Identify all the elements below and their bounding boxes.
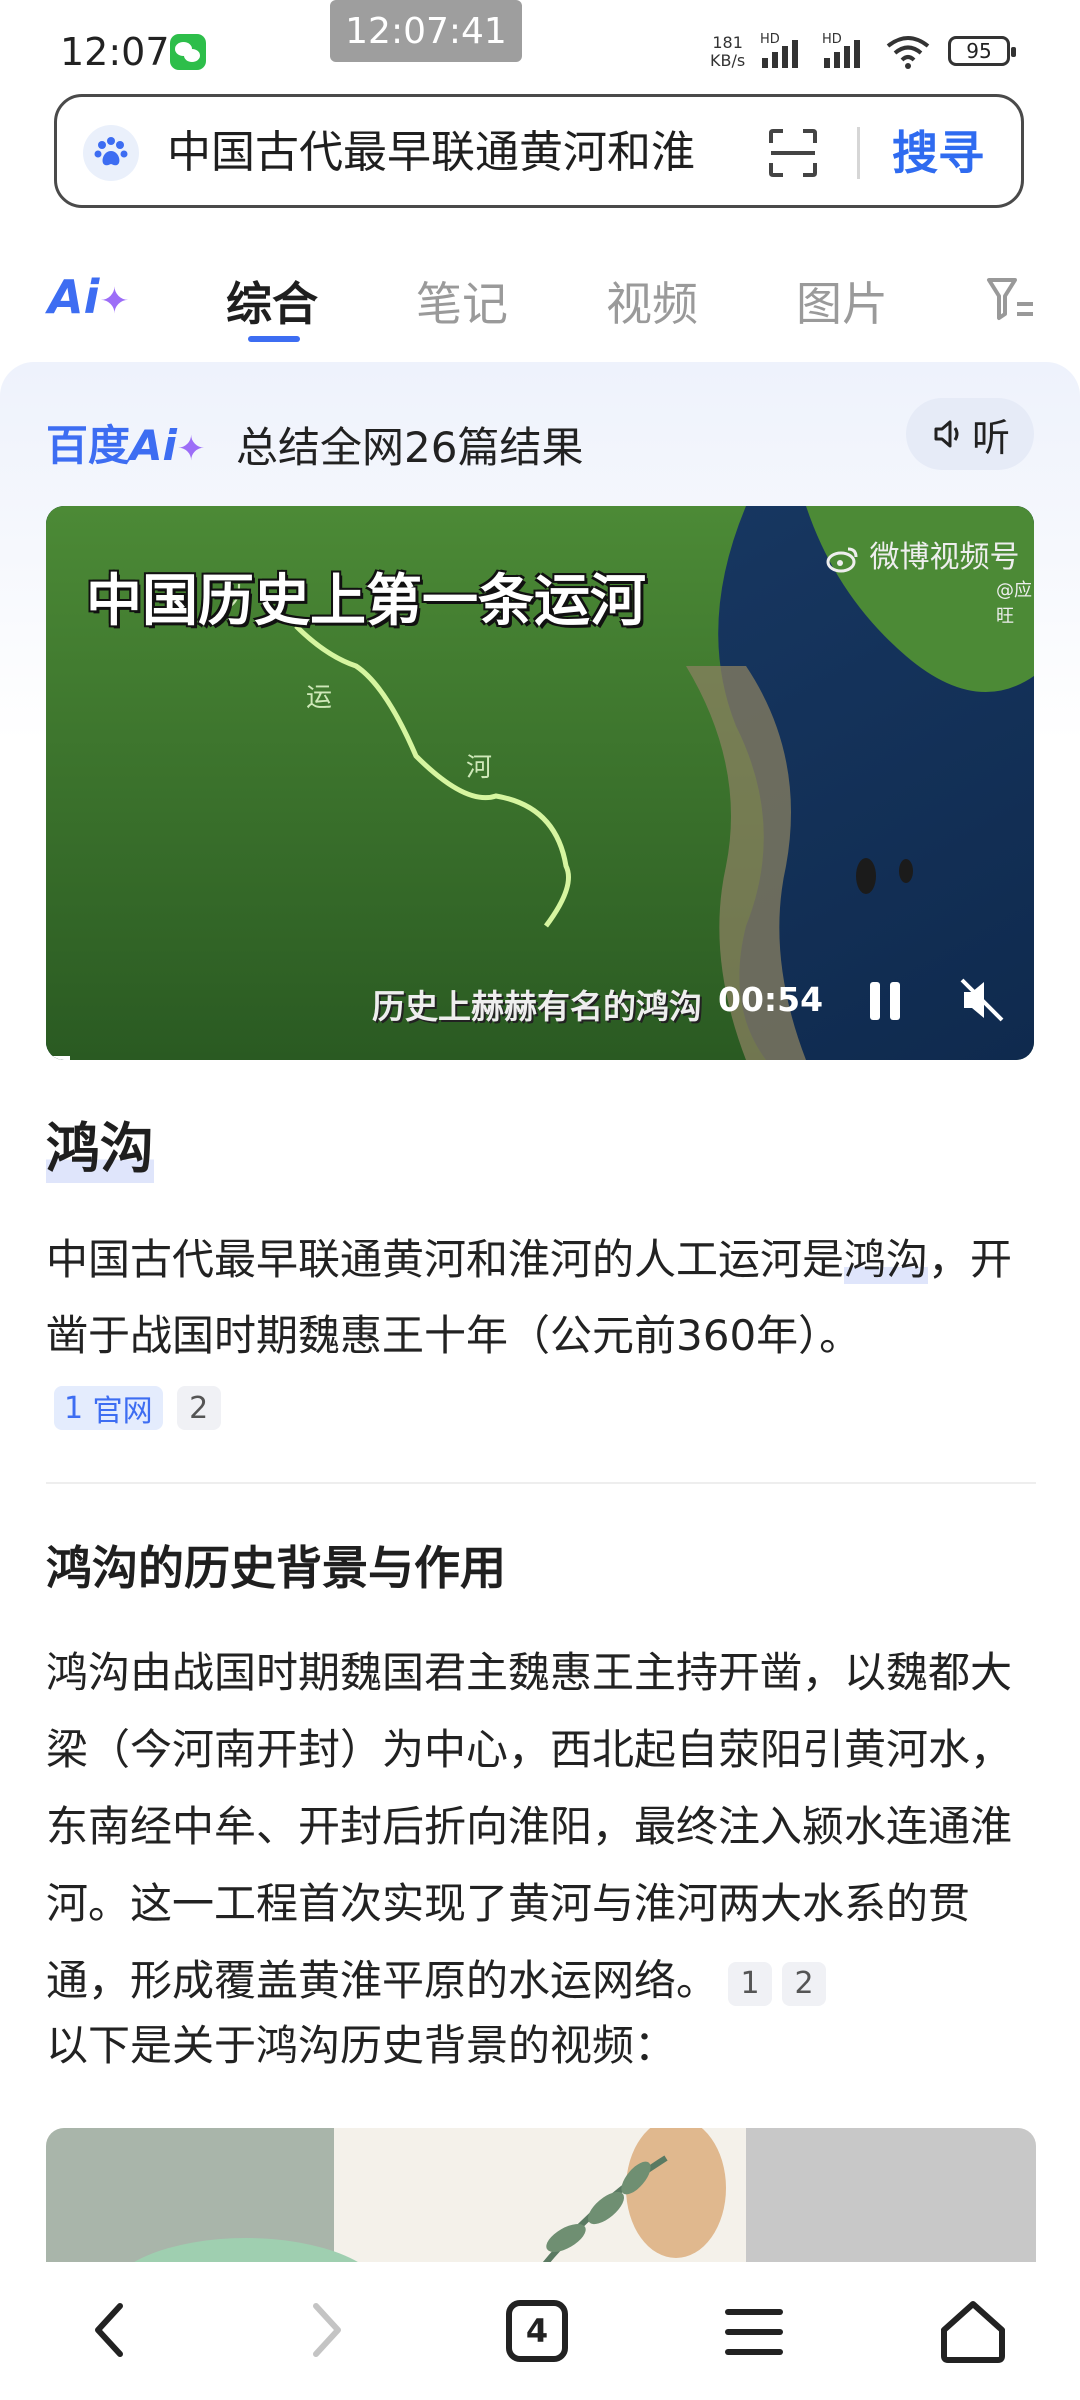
svg-text:河: 河	[466, 753, 492, 783]
video-subtitle: 历史上赫赫有名的鸿沟	[372, 987, 702, 1026]
section-paragraph: 鸿沟由战国时期魏国君主魏惠王主持开凿，以魏都大梁（今河南开封）为中心，西北起自荥…	[46, 1634, 1036, 2019]
search-input[interactable]: 中国古代最早联通黄河和淮	[167, 127, 777, 179]
sparkle-icon: ✦	[99, 281, 130, 322]
ai-tab[interactable]: Ai✦	[48, 270, 130, 324]
tab-images[interactable]: 图片	[796, 268, 888, 334]
signal-icon-2: HD	[822, 32, 870, 74]
reference-list: 1 官网 2	[54, 1386, 221, 1430]
search-bar[interactable]: 中国古代最早联通黄河和淮 搜寻	[54, 94, 1024, 208]
wifi-icon	[884, 34, 932, 74]
svg-text:运: 运	[306, 683, 332, 713]
clock-overlay: 12:07:41	[330, 0, 522, 62]
weibo-account: @应旺	[996, 580, 1032, 627]
video-progress[interactable]	[46, 1056, 70, 1060]
search-button[interactable]: 搜寻	[892, 121, 984, 185]
tab-bar: Ai✦ 综合 笔记 视频 图片	[0, 236, 1080, 356]
reference-number: 1	[64, 1390, 84, 1426]
brand-text: 百度	[46, 421, 131, 470]
bottom-navigation: 4	[0, 2262, 1080, 2400]
network-speed-unit: KB/s	[710, 51, 746, 70]
active-tab-indicator	[248, 336, 300, 342]
tab-notes[interactable]: 笔记	[416, 268, 508, 334]
network-speed-value: 181	[712, 33, 743, 52]
video-title: 中国历史上第一条运河	[86, 569, 646, 634]
weibo-watermark: 微博视频号	[826, 532, 1020, 576]
network-speed: 181 KB/s	[710, 34, 745, 70]
search-divider	[857, 127, 860, 179]
mute-icon[interactable]	[956, 974, 1008, 1030]
reference-1-official[interactable]: 1 官网	[54, 1386, 163, 1430]
listen-button[interactable]: 听	[906, 398, 1034, 470]
brand-ai-text: Ai	[130, 421, 177, 470]
answer-text-start: 中国古代最早联通黄河和淮河的人工运河是	[46, 1235, 845, 1284]
status-time: 12:07	[60, 30, 170, 74]
tab-comprehensive[interactable]: 综合	[226, 268, 318, 334]
speaker-icon	[934, 420, 959, 448]
tabs-count-button[interactable]: 4	[506, 2300, 568, 2362]
home-icon[interactable]	[938, 2296, 1008, 2370]
video-intro-text: 以下是关于鸿沟历史背景的视频：	[46, 2021, 677, 2070]
answer-highlight[interactable]: 鸿沟	[844, 1235, 929, 1284]
baidu-ai-logo: 百度Ai✦	[46, 412, 205, 473]
forward-icon[interactable]	[300, 2300, 350, 2364]
ai-summary-card: 百度Ai✦ 总结全网26篇结果 听 大 运 河 中国历史上第一条运河 微博视频号	[0, 362, 1080, 2308]
scan-icon[interactable]	[767, 127, 819, 183]
sim2-label: HD	[822, 32, 842, 47]
menu-icon[interactable]	[724, 2306, 784, 2362]
answer-title: 鸿沟	[46, 1104, 154, 1183]
section-paragraph-text: 鸿沟由战国时期魏国君主魏惠王主持开凿，以魏都大梁（今河南开封）为中心，西北起自荥…	[46, 1648, 1013, 2005]
video-player[interactable]: 大 运 河 中国历史上第一条运河 微博视频号 @应旺 历史上赫赫有名的鸿沟 00…	[46, 506, 1034, 1060]
weibo-icon	[826, 547, 858, 572]
section-divider	[46, 1482, 1036, 1484]
answer-paragraph: 中国古代最早联通黄河和淮河的人工运河是鸿沟，开凿于战国时期魏惠王十年（公元前36…	[46, 1222, 1036, 1374]
sim1-label: HD	[760, 32, 780, 47]
listen-label: 听	[971, 415, 1010, 460]
reference-2[interactable]: 2	[176, 1386, 221, 1430]
tab-videos[interactable]: 视频	[606, 268, 698, 334]
signal-icon: HD	[760, 32, 808, 74]
sparkle-icon: ✦	[176, 429, 206, 469]
status-bar: 12:07 12:07:41 181 KB/s HD HD 95	[0, 0, 1080, 90]
wechat-icon	[170, 34, 206, 70]
battery-indicator: 95	[948, 36, 1016, 66]
video-time: 00:54	[718, 980, 824, 1019]
section-title: 鸿沟的历史背景与作用	[46, 1541, 506, 1595]
baidu-paw-icon	[83, 125, 139, 181]
inline-reference-1[interactable]: 1	[728, 1961, 773, 2006]
ai-tab-label: Ai	[48, 270, 100, 324]
back-icon[interactable]	[86, 2300, 136, 2364]
reference-label: 官网	[92, 1394, 153, 1429]
pause-icon[interactable]	[860, 976, 910, 1030]
summary-text: 总结全网26篇结果	[236, 423, 584, 472]
weibo-watermark-text: 微博视频号	[869, 540, 1020, 575]
inline-reference-2[interactable]: 2	[782, 1961, 827, 2006]
filter-icon[interactable]	[985, 274, 1037, 330]
